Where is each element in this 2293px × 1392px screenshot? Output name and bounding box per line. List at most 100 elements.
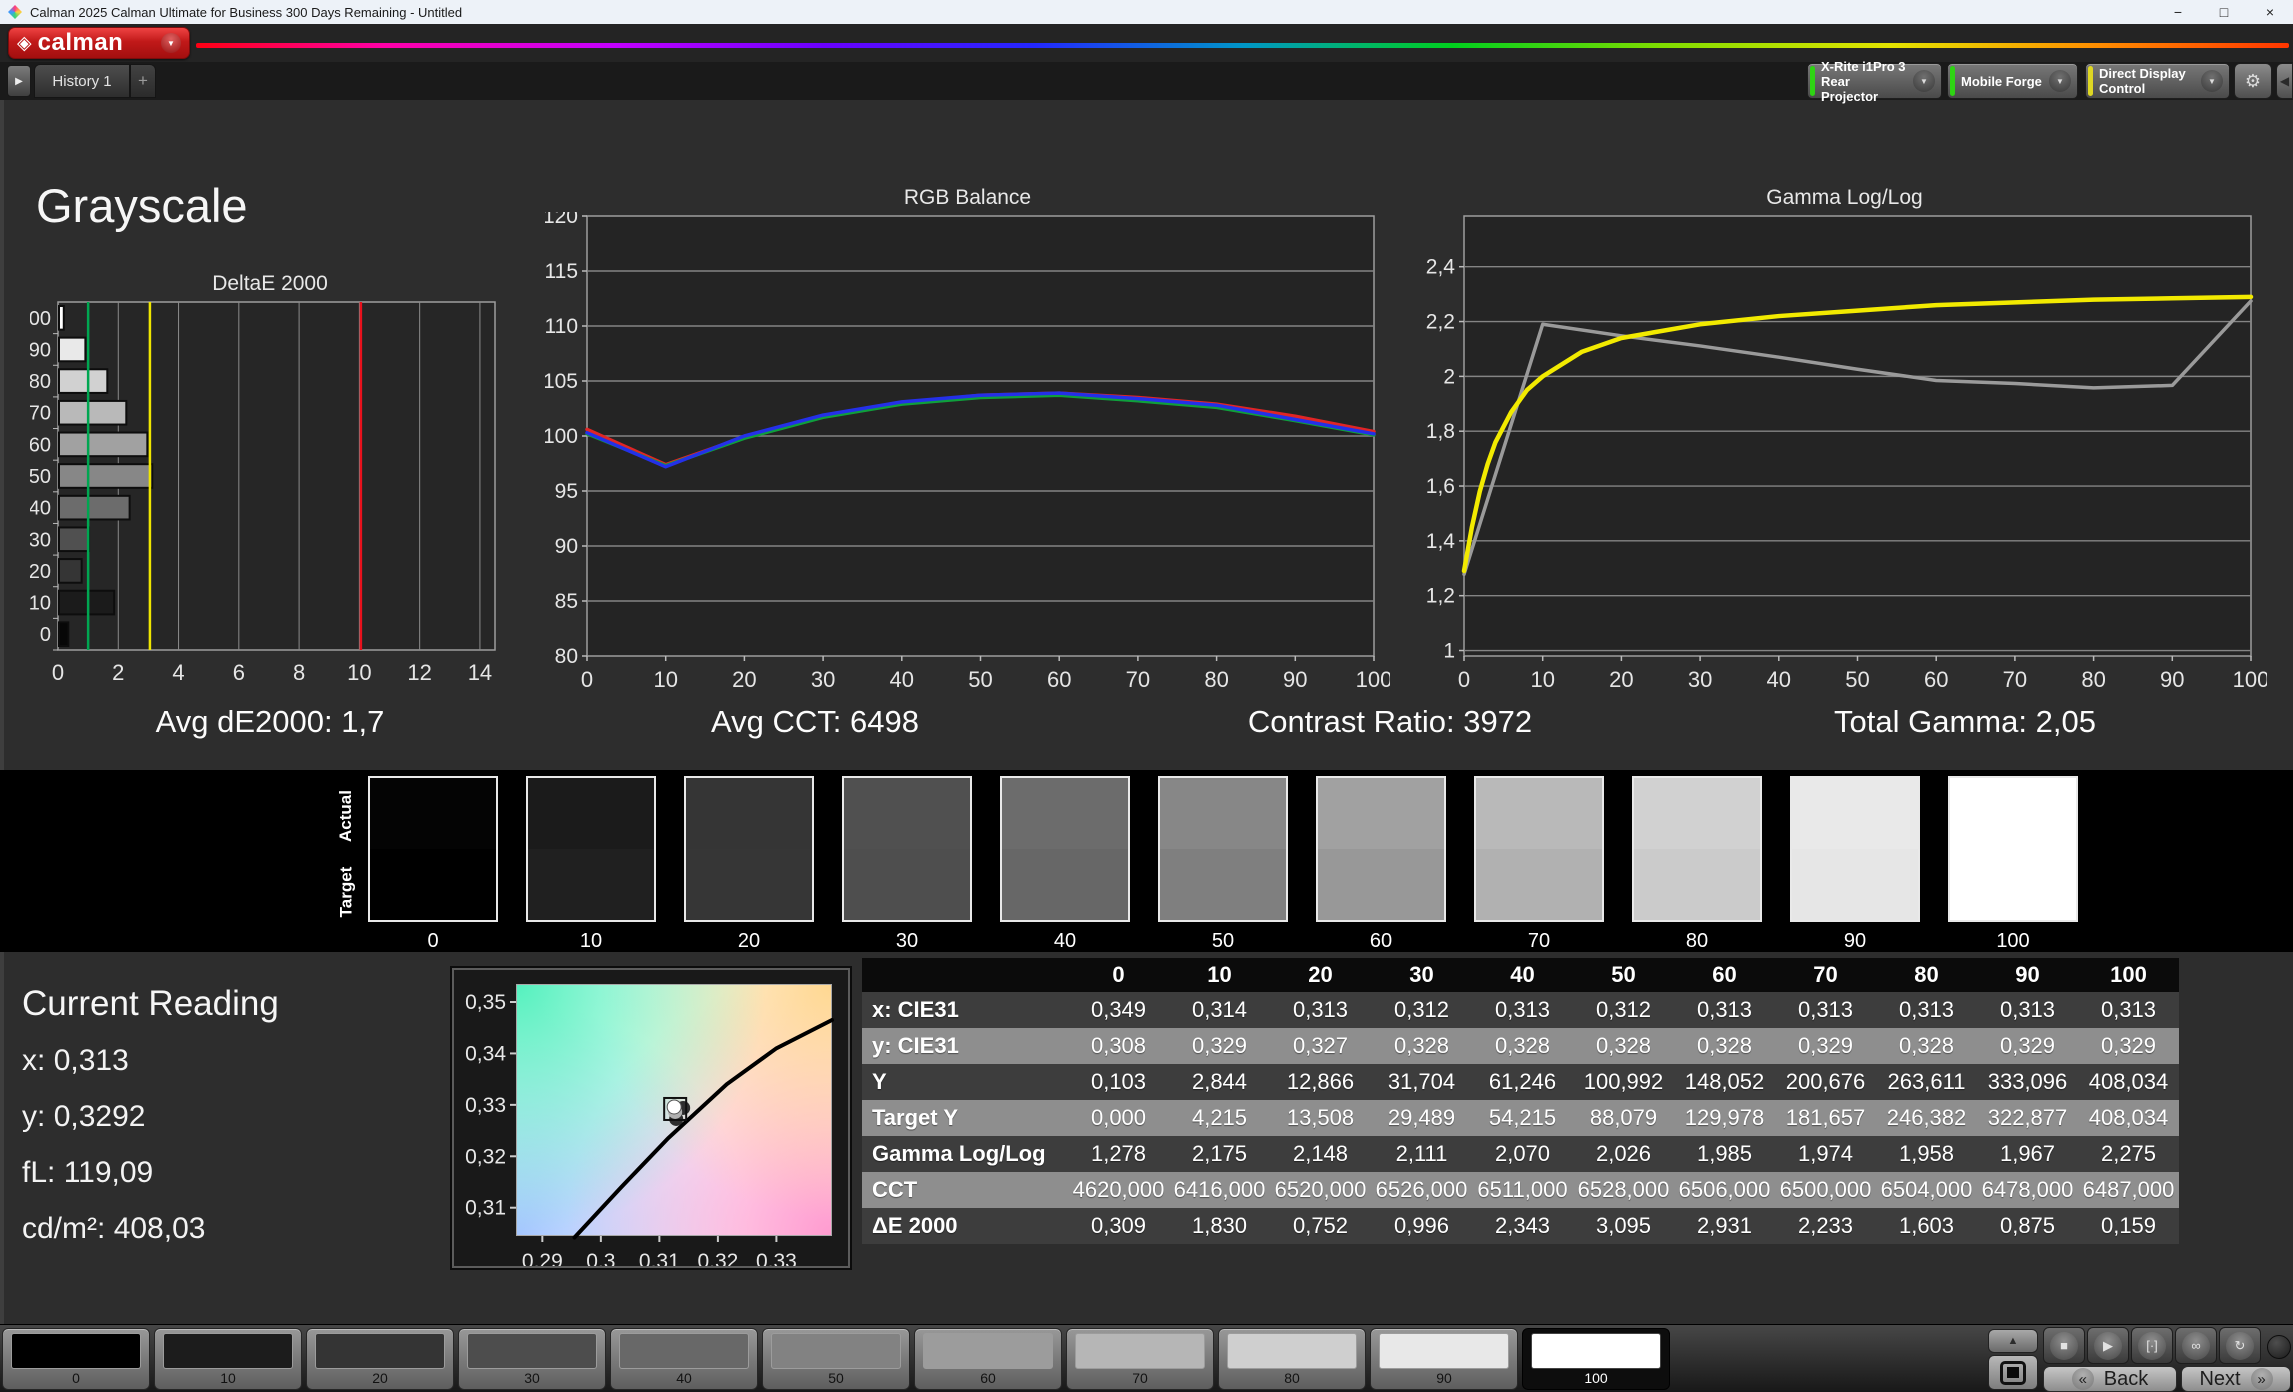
table-cell: 408,034 [2088, 1105, 2169, 1130]
play-icon: ▶ [2094, 1331, 2122, 1360]
settings-button[interactable]: ⚙ [2234, 63, 2272, 99]
stop-icon: ■ [2050, 1331, 2078, 1360]
calman-menu-button[interactable]: ◈ calman ▼ [8, 27, 190, 59]
row-label: y: CIE31 [872, 1033, 959, 1058]
table-cell: 0,000 [1090, 1105, 1147, 1130]
table-cell: 0,875 [1999, 1213, 2056, 1238]
stop-button[interactable]: ■ [2043, 1327, 2085, 1364]
next-button[interactable]: Next » [2181, 1366, 2291, 1392]
patch-button-40[interactable]: 40 [610, 1328, 758, 1390]
table-row: ΔE 2000 0,309 1,830 0,752 0,996 2,343 3,095 2,9… [862, 1208, 2179, 1244]
table-cell: 0,314 [1191, 997, 1248, 1022]
add-tab-button[interactable]: + [130, 64, 156, 98]
table-cell: 0,313 [2100, 997, 2157, 1022]
display-control-dropdown[interactable]: Direct Display Control ▼ [2085, 63, 2230, 99]
brand-name: calman [37, 29, 124, 56]
reading-x: x: 0,313 [22, 1044, 129, 1077]
source-dropdown-arrow-icon[interactable]: ▼ [2049, 70, 2071, 92]
table-cell: 333,096 [1987, 1069, 2068, 1094]
table-cell: 0,313 [1999, 997, 2056, 1022]
table-row: CCT 4620,000 6416,000 6520,000 6526,000 6511,… [862, 1172, 2179, 1208]
avg-de2000-stat: Avg dE2000: 1,7 [155, 704, 385, 739]
patch-button-90[interactable]: 90 [1370, 1328, 1518, 1390]
patch-button-30[interactable]: 30 [458, 1328, 606, 1390]
grayscale-swatch-60: 60 [1316, 776, 1446, 953]
patch-button-50[interactable]: 50 [762, 1328, 910, 1390]
patch-button-10[interactable]: 10 [154, 1328, 302, 1390]
svg-text:12: 12 [407, 660, 431, 685]
patch-level-label: 100 [1584, 1370, 1608, 1386]
svg-text:110: 110 [545, 315, 578, 338]
panel-expander-button[interactable]: ▶ [7, 65, 31, 97]
patch-button-100[interactable]: 100 [1522, 1328, 1670, 1390]
table-cell: 2,148 [1292, 1141, 1349, 1166]
meter-dropdown[interactable]: X-Rite i1Pro 3 Rear Projector ▼ [1807, 59, 1942, 104]
svg-text:14: 14 [468, 660, 492, 685]
meter-dropdown-arrow-icon[interactable]: ▼ [1913, 70, 1935, 92]
svg-text:40: 40 [30, 498, 51, 520]
continuous-measure-button[interactable]: ∞ [2175, 1327, 2217, 1364]
table-cell: 100,992 [1583, 1069, 1664, 1094]
loop-measure-button[interactable]: ↻ [2219, 1327, 2261, 1364]
maximize-button[interactable]: □ [2201, 0, 2247, 24]
patch-color-swatch [163, 1333, 293, 1369]
patch-button-20[interactable]: 20 [306, 1328, 454, 1390]
svg-text:0,32: 0,32 [465, 1145, 506, 1168]
source-dropdown[interactable]: Mobile Forge ▼ [1947, 63, 2078, 99]
svg-text:100: 100 [2233, 667, 2267, 690]
play-button[interactable]: ▶ [2087, 1327, 2129, 1364]
svg-text:0: 0 [40, 624, 51, 646]
patch-window-button[interactable] [1988, 1355, 2038, 1390]
collapse-panel-button[interactable]: ◀ [2276, 63, 2293, 99]
column-header-20: 20 [1308, 962, 1333, 987]
tab-history-1[interactable]: History 1 [34, 64, 130, 98]
single-measure-button[interactable]: [·] [2131, 1327, 2173, 1364]
column-header-50: 50 [1611, 962, 1636, 987]
calman-app-window: Calman 2025 Calman Ultimate for Business… [0, 0, 2293, 1392]
measure-controls: ▲ ■ ▶ [·] ∞ ↻ « Back Next » [1985, 1325, 2293, 1392]
back-button[interactable]: « Back [2043, 1366, 2177, 1392]
svg-text:30: 30 [30, 529, 51, 551]
svg-text:4: 4 [172, 660, 184, 685]
brand-dropdown-icon[interactable]: ▼ [161, 33, 181, 53]
expand-patch-options-button[interactable]: ▲ [1988, 1329, 2038, 1353]
grayscale-swatch-strip: Actual Target 0 10 20 30 40 50 60 70 80 90 100 [0, 770, 2293, 952]
table-cell: 0,752 [1292, 1213, 1349, 1238]
table-cell: 12,866 [1286, 1069, 1355, 1094]
grayscale-swatch-30: 30 [842, 776, 972, 953]
table-cell: 1,985 [1696, 1141, 1753, 1166]
close-button[interactable]: × [2247, 0, 2293, 24]
continuous-measure-icon: ∞ [2182, 1331, 2210, 1360]
patch-button-80[interactable]: 80 [1218, 1328, 1366, 1390]
table-cell: 2,070 [1494, 1141, 1551, 1166]
column-header-80: 80 [1914, 962, 1939, 987]
svg-text:80: 80 [555, 645, 578, 668]
source-status-bar [1950, 66, 1955, 96]
patch-button-0[interactable]: 0 [2, 1328, 150, 1390]
grayscale-swatch-100: 100 [1948, 776, 2078, 953]
svg-text:0,3: 0,3 [586, 1250, 615, 1266]
row-label: Gamma Log/Log [872, 1141, 1046, 1166]
svg-text:90: 90 [2160, 667, 2184, 690]
svg-text:90: 90 [555, 535, 578, 558]
rgb-balance-chart-plot: 80 85 90 95 100 105 110 115 120 0 10 20 30 40 50 60 70 80… [545, 212, 1390, 690]
transport-buttons: ■ ▶ [·] ∞ ↻ [2043, 1327, 2261, 1364]
row-label: Y [872, 1069, 887, 1094]
patch-color-swatch [1075, 1333, 1205, 1369]
patch-level-label: 20 [372, 1370, 388, 1386]
table-cell: 6506,000 [1678, 1177, 1771, 1202]
patch-button-70[interactable]: 70 [1066, 1328, 1214, 1390]
window-titlebar: Calman 2025 Calman Ultimate for Business… [0, 0, 2293, 24]
display-dropdown-arrow-icon[interactable]: ▼ [2201, 70, 2223, 92]
reading-y: y: 0,3292 [22, 1100, 146, 1133]
minimize-button[interactable]: − [2155, 0, 2201, 24]
table-header-row: 0 10 20 30 40 50 60 70 80 90 100 [862, 958, 2179, 992]
svg-text:120: 120 [545, 212, 578, 228]
patch-level-label: 80 [1284, 1370, 1300, 1386]
patch-button-60[interactable]: 60 [914, 1328, 1062, 1390]
window-controls: − □ × [2155, 0, 2293, 24]
back-chevron-icon: « [2071, 1368, 2094, 1390]
svg-text:40: 40 [890, 667, 914, 690]
svg-text:0,35: 0,35 [465, 991, 506, 1014]
svg-text:60: 60 [30, 434, 51, 456]
